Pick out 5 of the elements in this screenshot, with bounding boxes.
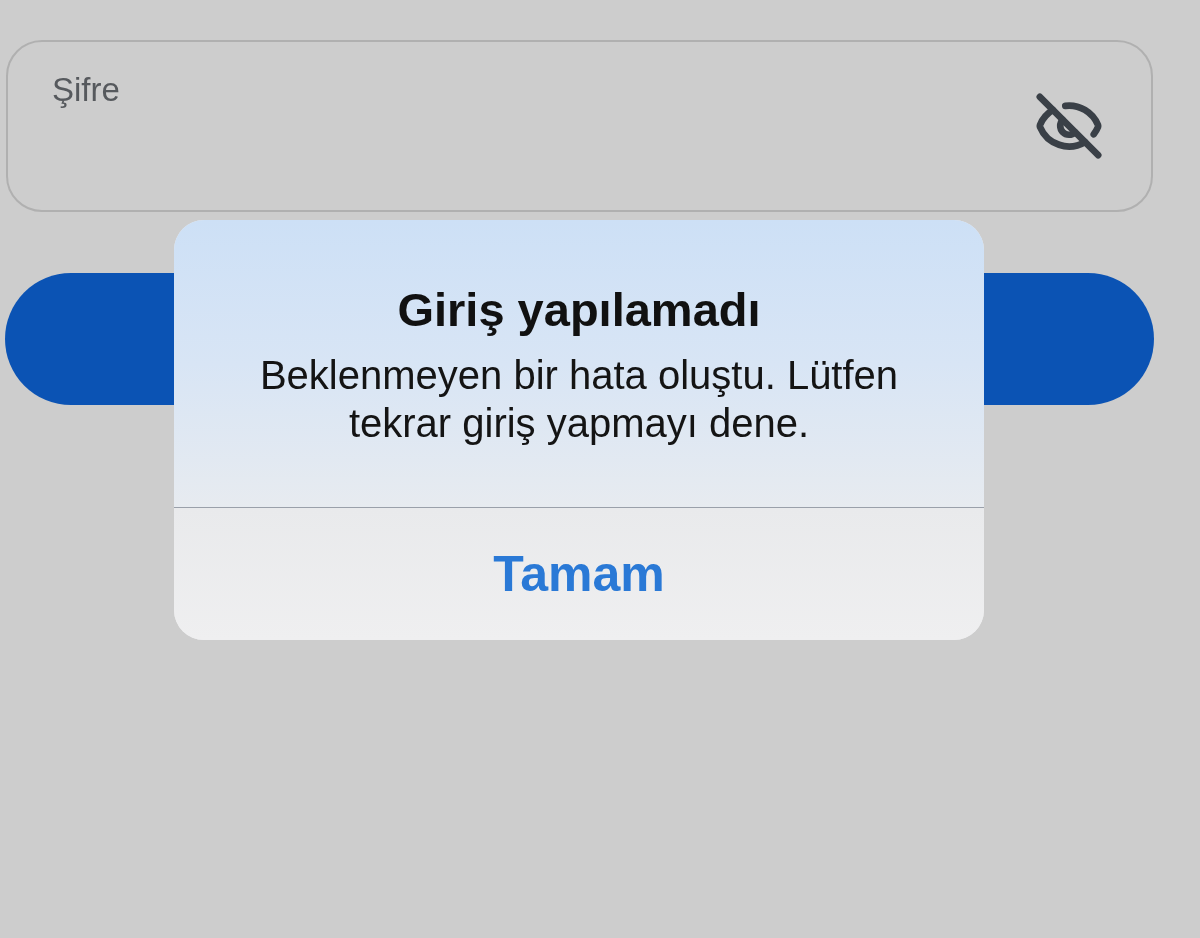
eye-off-icon[interactable] — [1034, 91, 1104, 161]
alert-title: Giriş yapılamadı — [397, 284, 761, 336]
alert-message: Beklenmeyen bir hata oluştu. Lütfen tekrar giriş yapmayı dene. — [258, 352, 900, 447]
password-field[interactable]: Şifre — [6, 40, 1153, 212]
field-label: Şifre — [52, 70, 120, 110]
